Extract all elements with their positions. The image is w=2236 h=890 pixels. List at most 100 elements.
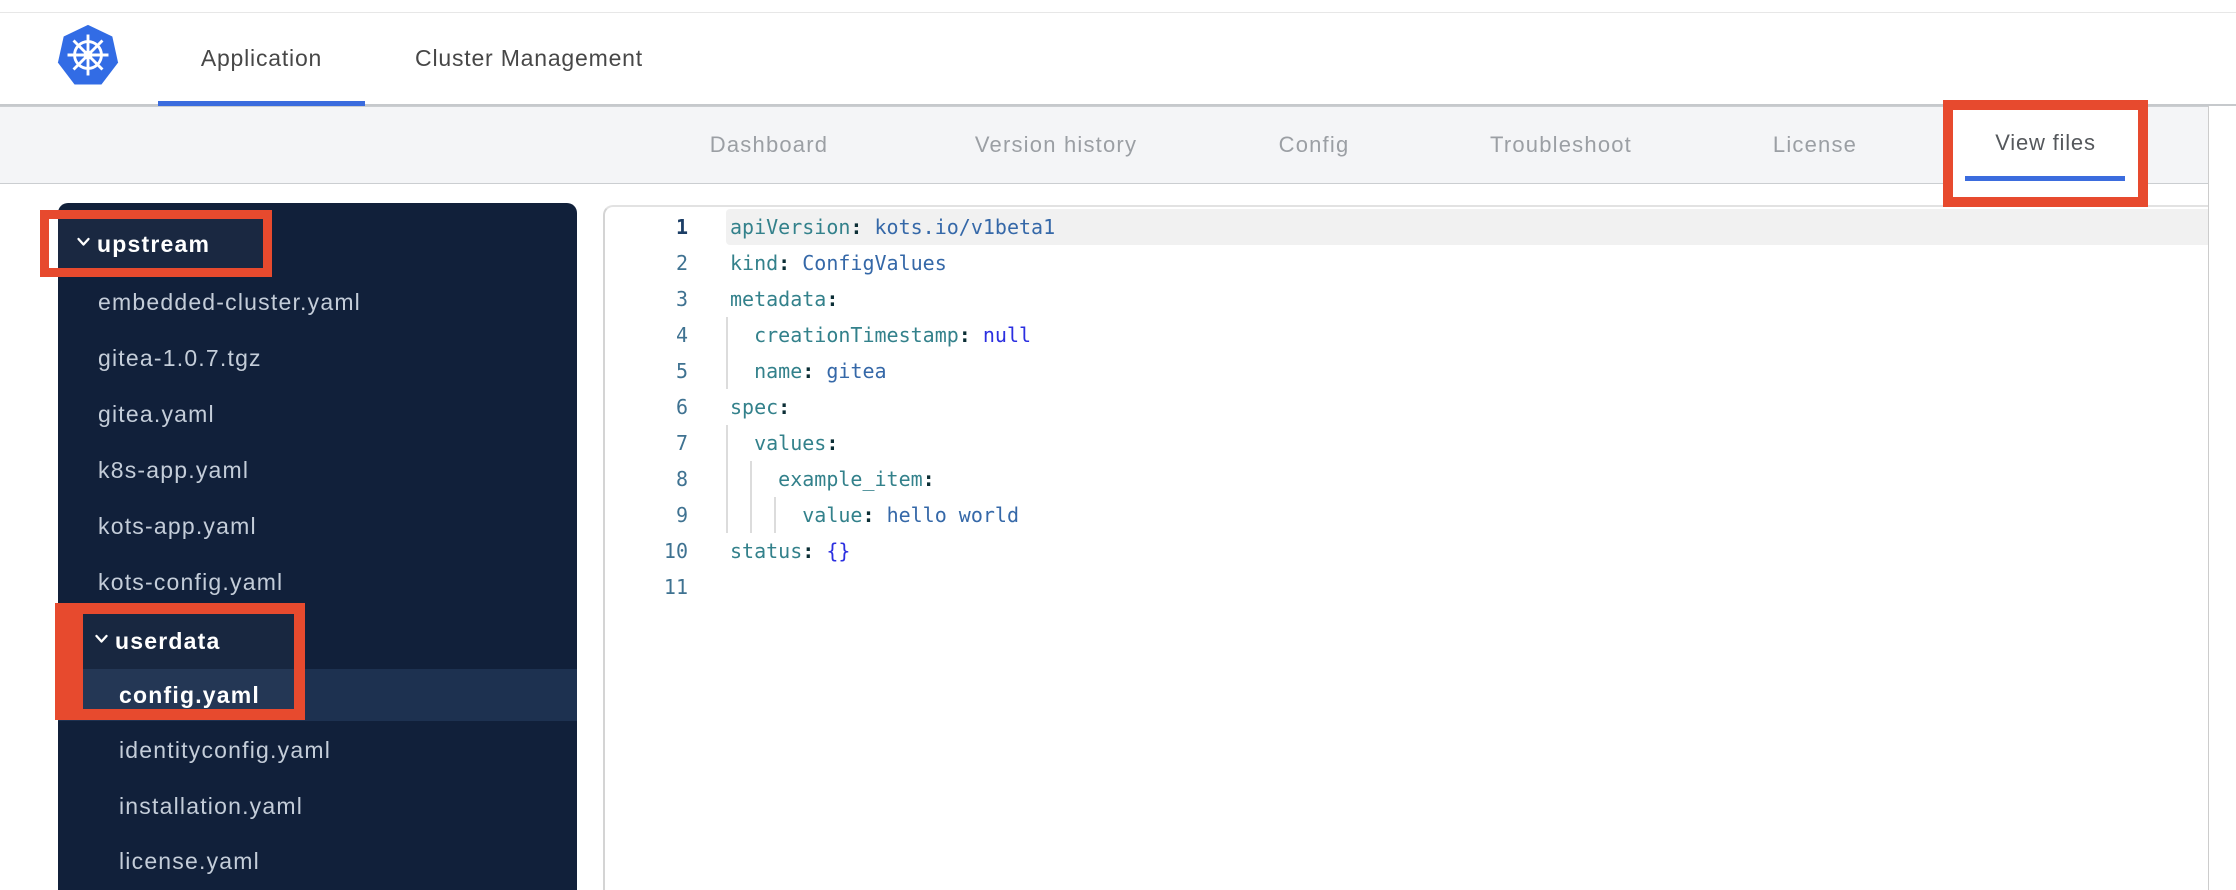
code-line-4: 4 creationTimestamp: null — [605, 317, 2208, 353]
tab-application-label: Application — [200, 45, 323, 71]
code-token-colon: : — [862, 503, 887, 527]
tree-file-license-yaml[interactable]: license.yaml — [58, 833, 638, 889]
code-line-text: metadata: — [730, 281, 838, 317]
line-number: 9 — [675, 503, 688, 527]
line-number: 11 — [663, 575, 688, 599]
content-right-divider — [2208, 106, 2209, 890]
code-line-1: 1 apiVersion: kots.io/v1beta1 — [605, 209, 2208, 245]
tree-item-label: gitea.yaml — [98, 400, 215, 427]
line-number: 5 — [675, 359, 688, 383]
code-token-colon: : — [922, 467, 935, 491]
code-token-key: values — [754, 431, 827, 455]
code-line-2: 2 kind: ConfigValues — [605, 245, 2208, 281]
subnav-item-config[interactable]: Config — [1279, 107, 1350, 183]
code-token-colon: : — [802, 539, 827, 563]
annotation-box-userdata-config — [55, 603, 305, 720]
tree-item-label: kots-config.yaml — [98, 568, 284, 595]
code-line-text: values: — [730, 425, 838, 461]
tree-file-gitea-yaml[interactable]: gitea.yaml — [58, 386, 617, 442]
tree-file-identityconfig-yaml[interactable]: identityconfig.yaml — [58, 722, 638, 778]
code-line-6: 6 spec: — [605, 389, 2208, 425]
subnav-item-troubleshoot[interactable]: Troubleshoot — [1490, 107, 1632, 183]
tree-file-installation-yaml[interactable]: installation.yaml — [58, 778, 638, 834]
code-token-str: kots.io/v1beta1 — [874, 215, 1056, 239]
code-token-colon: : — [826, 431, 839, 455]
file-tree-sidebar: upstream embedded-cluster.yaml gitea-1.0.7… — [58, 203, 577, 890]
tree-item-label: installation.yaml — [119, 792, 304, 819]
tree-file-kots-config-yaml[interactable]: kots-config.yaml — [58, 554, 617, 610]
code-token-str: hello world — [886, 503, 1020, 527]
annotation-box-upstream — [40, 210, 272, 277]
subnav-item-license[interactable]: License — [1773, 107, 1857, 183]
code-token-key: example_item — [778, 467, 923, 491]
code-token-key: metadata — [730, 287, 827, 311]
code-line-text: example_item: — [730, 461, 935, 497]
line-number: 3 — [675, 287, 688, 311]
subnav-item-view-files[interactable]: View files — [1953, 130, 2138, 156]
indent-guide — [726, 353, 728, 389]
code-token-colon: : — [958, 323, 983, 347]
tree-item-label: k8s-app.yaml — [98, 456, 250, 483]
code-token-special: {} — [826, 539, 851, 563]
code-token-key: kind — [730, 251, 779, 275]
code-token-key: spec — [730, 395, 779, 419]
line-number: 6 — [675, 395, 688, 419]
code-line-text: kind: ConfigValues — [730, 245, 947, 281]
code-token-key: apiVersion — [730, 215, 851, 239]
tree-item-label: license.yaml — [119, 847, 260, 874]
subnav-item-version-history[interactable]: Version history — [975, 107, 1137, 183]
tree-file-k8s-app-yaml[interactable]: k8s-app.yaml — [58, 442, 617, 498]
kots-admin-console: { "header": { "tabs": [ {"label": "Appli… — [0, 0, 2236, 890]
tab-cluster-management-label: Cluster Management — [415, 45, 643, 71]
tree-item-label: embedded-cluster.yaml — [98, 288, 361, 315]
tree-file-embedded-cluster-yaml[interactable]: embedded-cluster.yaml — [58, 274, 617, 330]
tree-item-label: kots-app.yaml — [98, 512, 257, 539]
code-line-text: spec: — [730, 389, 790, 425]
tree-file-kots-app-yaml[interactable]: kots-app.yaml — [58, 498, 617, 554]
code-token-key: name — [754, 359, 803, 383]
indent-guide — [726, 497, 728, 533]
tab-cluster-management[interactable]: Cluster Management — [393, 13, 665, 104]
code-line-5: 5 name: gitea — [605, 353, 2208, 389]
code-line-7: 7 values: — [605, 425, 2208, 461]
code-line-text: status: {} — [730, 533, 850, 569]
code-token-key: value — [802, 503, 863, 527]
line-number: 10 — [663, 539, 688, 563]
code-line-8: 8 example_item: — [605, 461, 2208, 497]
annotation-box-view-files: View files — [1943, 100, 2148, 207]
code-line-text: value: hello world — [730, 497, 1019, 533]
code-token-colon: : — [850, 215, 875, 239]
line-number: 7 — [675, 431, 688, 455]
indent-guide — [726, 461, 728, 497]
line-number: 2 — [675, 251, 688, 275]
kubernetes-logo-icon — [56, 23, 120, 87]
line-number: 4 — [675, 323, 688, 347]
code-token-colon: : — [778, 251, 803, 275]
indent-guide — [726, 317, 728, 353]
code-line-text: creationTimestamp: null — [730, 317, 1031, 353]
code-line-11: 11 — [605, 569, 2208, 605]
line-number: 8 — [675, 467, 688, 491]
code-line-10: 10 status: {} — [605, 533, 2208, 569]
app-header: Application Cluster Management — [0, 13, 2236, 106]
code-token-colon: : — [802, 359, 827, 383]
code-token-colon: : — [778, 395, 791, 419]
tree-item-label: identityconfig.yaml — [119, 736, 331, 763]
code-token-key: creationTimestamp — [754, 323, 959, 347]
file-content-editor[interactable]: 1 apiVersion: kots.io/v1beta1 2 kind: Confi… — [603, 205, 2208, 890]
code-line-text: name: gitea — [730, 353, 887, 389]
code-line-9: 9 value: hello world — [605, 497, 2208, 533]
subnav-item-dashboard[interactable]: Dashboard — [710, 107, 828, 183]
code-token-str: gitea — [826, 359, 887, 383]
tree-item-label: gitea-1.0.7.tgz — [98, 344, 262, 371]
code-token-colon: : — [826, 287, 839, 311]
code-token-str: ConfigValues — [802, 251, 947, 275]
app-subnav: Dashboard Version history Config Troublesho… — [0, 106, 2208, 184]
tab-application[interactable]: Application — [158, 13, 365, 106]
code-line-text: apiVersion: kots.io/v1beta1 — [730, 209, 1055, 245]
tree-file-gitea-1-0-7-tgz[interactable]: gitea-1.0.7.tgz — [58, 330, 617, 386]
active-subnav-underline — [1965, 176, 2125, 181]
code-token-key: status — [730, 539, 803, 563]
code-line-3: 3 metadata: — [605, 281, 2208, 317]
indent-guide — [726, 425, 728, 461]
